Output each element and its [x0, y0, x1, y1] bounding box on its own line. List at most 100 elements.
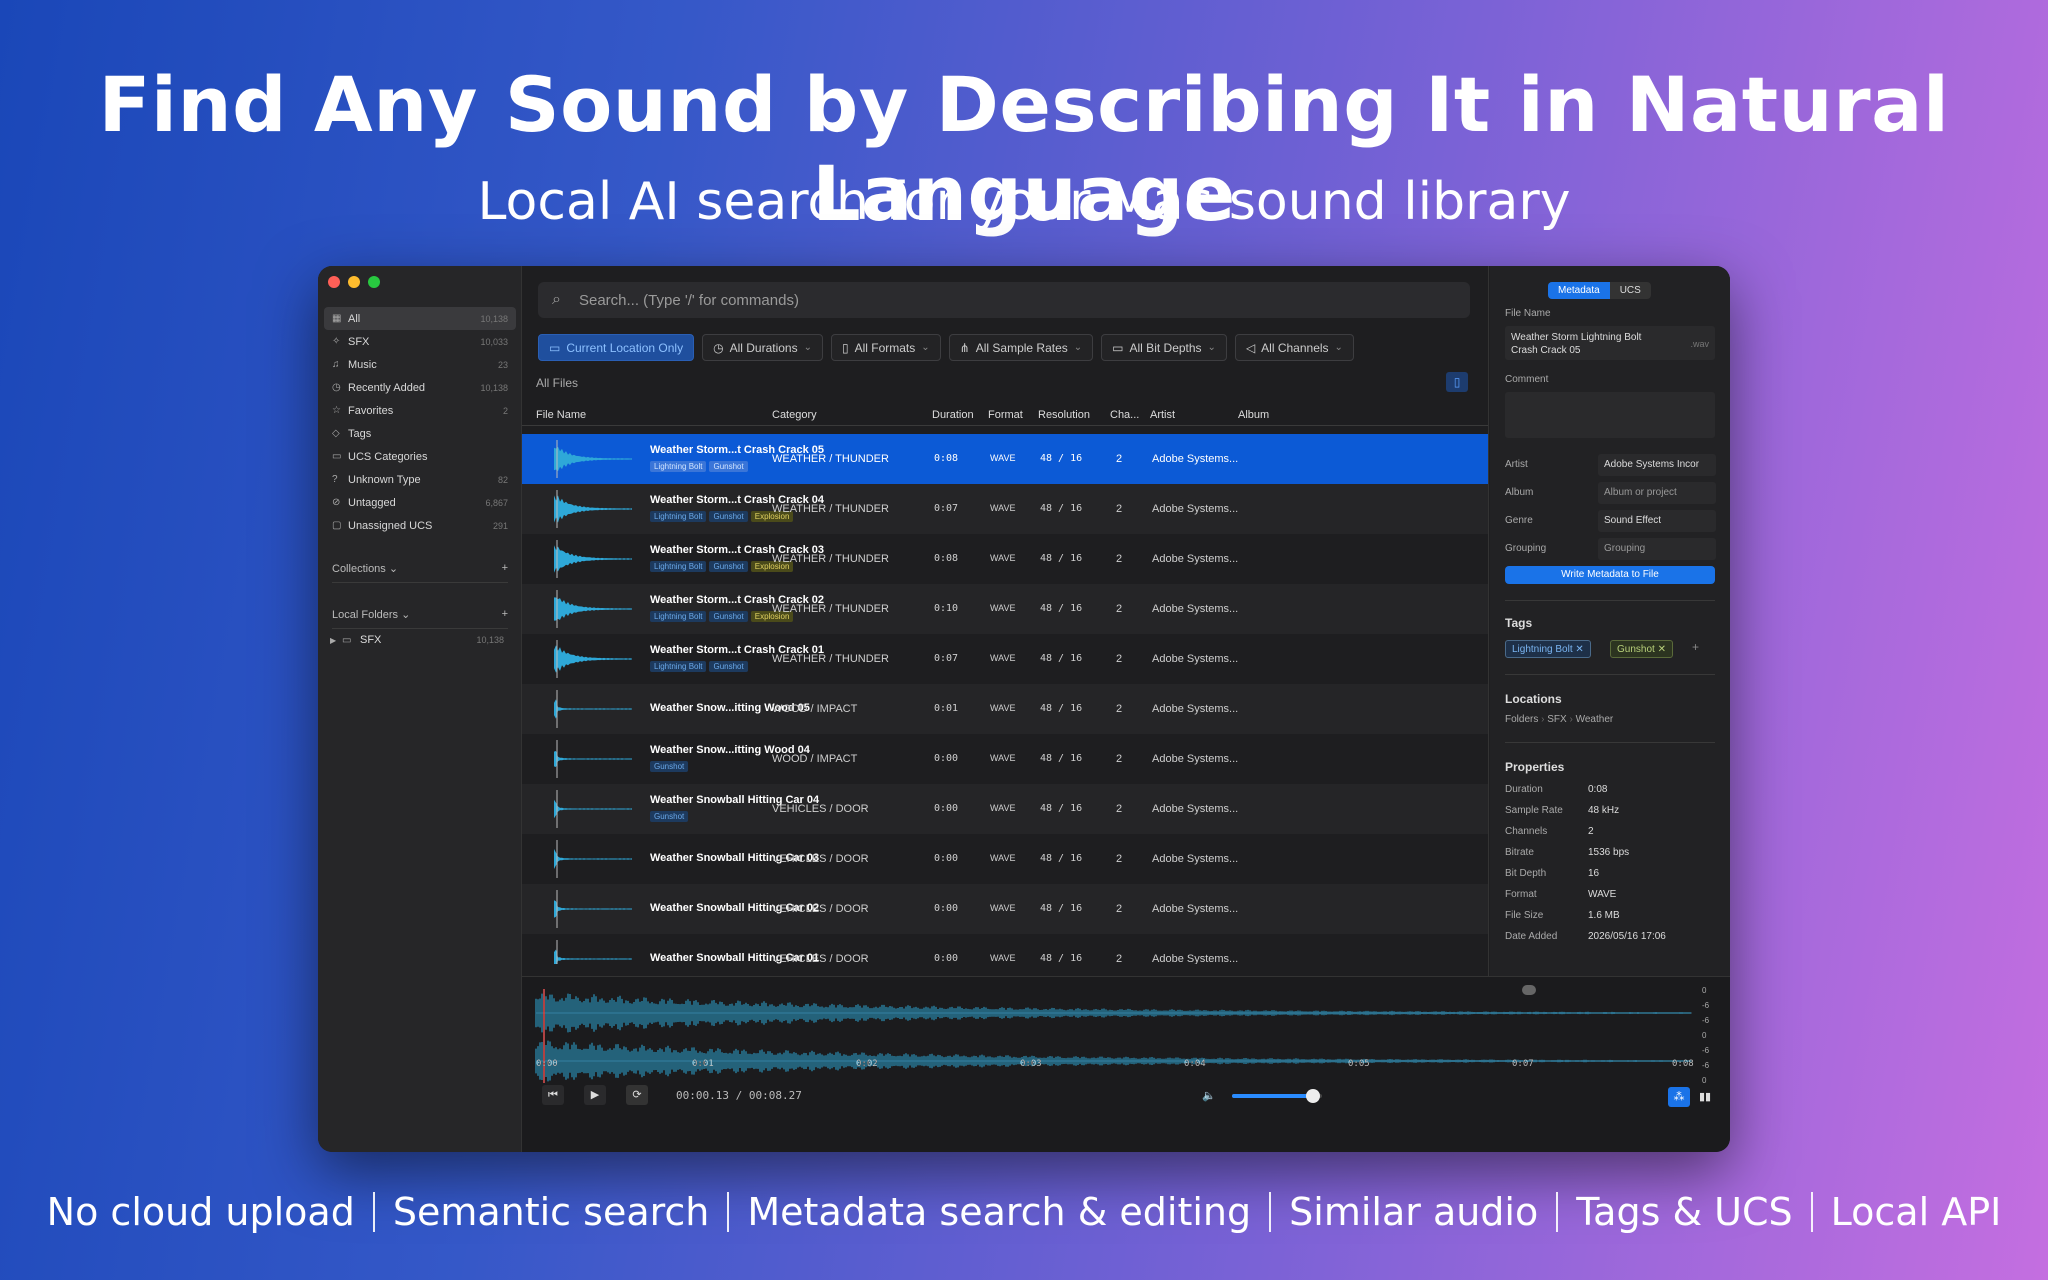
minimize-window-button[interactable]: [348, 276, 360, 288]
disclosure-triangle-icon[interactable]: ▶: [330, 636, 342, 645]
folder-count: 10,138: [476, 635, 504, 645]
table-row[interactable]: Weather Snowball Hitting Car 03 VEHICLES …: [522, 834, 1488, 884]
divider: [1505, 742, 1715, 743]
breadcrumb-item[interactable]: Weather: [1576, 714, 1614, 725]
file-name-field[interactable]: Weather Storm Lightning Bolt Crash Crack…: [1505, 326, 1715, 360]
filter-all-sample-rates[interactable]: ⋔ All Sample Rates ⌄: [948, 334, 1094, 361]
skip-back-icon[interactable]: ⏮: [542, 1085, 564, 1105]
add-tag-icon[interactable]: +: [1692, 640, 1699, 654]
filter-all-bit-depths[interactable]: ▭ All Bit Depths ⌄: [1101, 334, 1227, 361]
album-field[interactable]: Album or project: [1598, 482, 1716, 504]
filter-current-location-only[interactable]: ▭ Current Location Only: [538, 334, 695, 361]
tag-badge[interactable]: Gunshot: [650, 811, 689, 822]
toggle-panel-icon[interactable]: ▯: [1446, 372, 1468, 392]
artist-cell: Adobe Systems...: [1152, 603, 1239, 615]
column-header[interactable]: Cha...: [1110, 409, 1139, 421]
sidebar-item-tags[interactable]: ◇ Tags: [324, 422, 516, 445]
table-row[interactable]: Weather Snowball Hitting Car 04 Gunshot VE…: [522, 784, 1488, 834]
column-header[interactable]: Artist: [1150, 409, 1175, 421]
waveform-shape: [554, 446, 632, 472]
column-header[interactable]: Duration: [932, 409, 974, 421]
table-row[interactable]: Weather Storm...t Crash Crack 01 Lightnin…: [522, 634, 1488, 684]
comment-field[interactable]: [1505, 392, 1715, 438]
tag-badge[interactable]: Lightning Bolt: [650, 611, 707, 622]
folder-item-sfx[interactable]: ▶ ▭ SFX 10,138: [330, 634, 510, 646]
sidebar-item-recently-added[interactable]: ◷ Recently Added 10,138: [324, 376, 516, 399]
table-row[interactable]: Weather Snow...itting Wood 04 Gunshot WOOD…: [522, 734, 1488, 784]
window-controls: [328, 276, 380, 288]
zoom-window-button[interactable]: [368, 276, 380, 288]
sidebar-item-favorites[interactable]: ☆ Favorites 2: [324, 399, 516, 422]
sidebar-item-untagged[interactable]: ⊘ Untagged 6,867: [324, 491, 516, 514]
table-row[interactable]: Weather Storm...t Crash Crack 05 Lightnin…: [522, 434, 1488, 484]
filter-all-durations[interactable]: ◷ All Durations ⌄: [702, 334, 823, 361]
column-header[interactable]: Category: [772, 409, 817, 421]
waveform-display[interactable]: 0 -6 -6 0 -6 -6 0: [522, 977, 1730, 1087]
loop-icon[interactable]: ⟳: [626, 1085, 648, 1105]
resolution-cell: 48 / 16: [1040, 903, 1083, 914]
tag-badge[interactable]: Gunshot: [709, 461, 748, 472]
zoom-handle[interactable]: [1522, 985, 1536, 995]
table-row[interactable]: Weather Storm...t Crash Crack 03 Lightnin…: [522, 534, 1488, 584]
tag-badge[interactable]: Gunshot: [709, 561, 748, 572]
genre-field[interactable]: Sound Effect: [1598, 510, 1716, 532]
waveform-thumbnail: [554, 440, 632, 478]
play-icon[interactable]: ▶: [584, 1085, 606, 1105]
tab-ucs[interactable]: UCS: [1610, 282, 1651, 299]
local-folders-header[interactable]: Local Folders ⌄ +: [332, 608, 508, 629]
property-value: 1536 bps: [1588, 847, 1630, 858]
table-row[interactable]: Weather Snowball Hitting Car 02 VEHICLES …: [522, 884, 1488, 934]
column-header[interactable]: Album: [1238, 409, 1269, 421]
grouping-field[interactable]: Grouping: [1598, 538, 1716, 560]
filter-all-formats[interactable]: ▯ All Formats ⌄: [830, 334, 941, 361]
breadcrumb-item[interactable]: SFX: [1547, 714, 1566, 725]
write-metadata-button[interactable]: Write Metadata to File: [1505, 566, 1715, 584]
table-row[interactable]: Weather Snowball Hitting Car 01 VEHICLES …: [522, 934, 1488, 964]
spectrum-view-icon[interactable]: ▮▮: [1694, 1087, 1716, 1107]
time-tick: 0:07: [1512, 1059, 1534, 1069]
tag-badge[interactable]: Gunshot: [709, 511, 748, 522]
sidebar-item-unknown-type[interactable]: ? Unknown Type 82: [324, 468, 516, 491]
tag-badge[interactable]: Gunshot: [650, 761, 689, 772]
sidebar-item-all[interactable]: ▦ All 10,138: [324, 307, 516, 330]
table-row[interactable]: Weather Storm...t Crash Crack 04 Lightnin…: [522, 484, 1488, 534]
column-header[interactable]: Format: [988, 409, 1023, 421]
add-collection-icon[interactable]: +: [502, 562, 508, 575]
tag-chip-gunshot[interactable]: Gunshot ✕: [1610, 640, 1673, 658]
duration-cell: 0:01: [934, 703, 959, 714]
table-row[interactable]: Weather Storm...t Crash Crack 02 Lightnin…: [522, 584, 1488, 634]
column-header[interactable]: Resolution: [1038, 409, 1090, 421]
volume-slider[interactable]: [1232, 1089, 1322, 1103]
channels-cell: 2: [1116, 903, 1123, 915]
remove-tag-icon[interactable]: ✕: [1658, 644, 1666, 655]
tag-badge[interactable]: Lightning Bolt: [650, 461, 707, 472]
search-input[interactable]: ⌕ Search... (Type '/' for commands): [538, 282, 1470, 318]
tag-badge[interactable]: Gunshot: [709, 611, 748, 622]
tag-badge[interactable]: Lightning Bolt: [650, 661, 707, 672]
breadcrumb-item[interactable]: Folders: [1505, 714, 1538, 725]
sidebar-item-ucs-categories[interactable]: ▭ UCS Categories: [324, 445, 516, 468]
tag-badge[interactable]: Gunshot: [709, 661, 748, 672]
sidebar-item-sfx[interactable]: ✧ SFX 10,033: [324, 330, 516, 353]
tag-chip-lightning-bolt[interactable]: Lightning Bolt ✕: [1505, 640, 1591, 658]
volume-knob[interactable]: [1306, 1089, 1320, 1103]
tab-metadata[interactable]: Metadata: [1548, 282, 1610, 299]
remove-tag-icon[interactable]: ✕: [1575, 644, 1583, 655]
table-row[interactable]: Weather Snow...itting Wood 05 WOOD / IMPA…: [522, 684, 1488, 734]
music-icon: ♫: [332, 359, 340, 370]
close-window-button[interactable]: [328, 276, 340, 288]
column-header[interactable]: File Name: [536, 409, 586, 421]
duration-cell: 0:10: [934, 603, 959, 614]
panel-divider[interactable]: [1488, 266, 1489, 976]
sidebar-item-music[interactable]: ♫ Music 23: [324, 353, 516, 376]
tag-label: Lightning Bolt: [1512, 644, 1573, 655]
tag-badge[interactable]: Lightning Bolt: [650, 511, 707, 522]
tag-badge[interactable]: Lightning Bolt: [650, 561, 707, 572]
artist-field[interactable]: Adobe Systems Incor: [1598, 454, 1716, 476]
collections-header[interactable]: Collections ⌄ +: [332, 562, 508, 583]
add-folder-icon[interactable]: +: [502, 608, 508, 621]
feature-separator: [1810, 1192, 1813, 1232]
filter-all-channels[interactable]: ◁ All Channels ⌄: [1234, 334, 1354, 361]
waveform-view-icon[interactable]: ⁂: [1668, 1087, 1690, 1107]
sidebar-item-unassigned-ucs[interactable]: ▢ Unassigned UCS 291: [324, 514, 516, 537]
